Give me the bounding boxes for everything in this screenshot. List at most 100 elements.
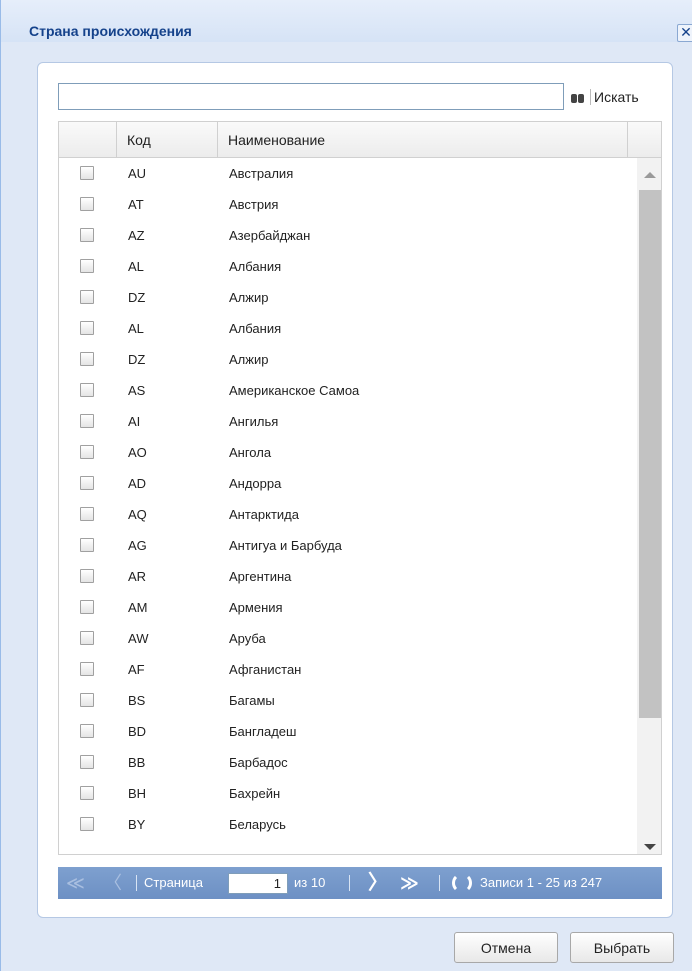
grid-header: Код Наименование [59, 122, 661, 158]
row-checkbox[interactable] [80, 631, 94, 645]
prev-page-icon[interactable]: 〈 [104, 867, 122, 899]
row-checkbox[interactable] [80, 786, 94, 800]
row-checkbox[interactable] [80, 259, 94, 273]
grid-rows: AU Австралия AT Австрия AZ Азербайджан A… [59, 158, 637, 840]
table-row[interactable]: BH Бахрейн [59, 778, 637, 809]
row-name: Андорра [229, 476, 282, 491]
search-button[interactable]: Искать [570, 84, 660, 110]
search-input[interactable] [58, 83, 564, 110]
row-name: Беларусь [229, 817, 286, 832]
row-code: AS [128, 383, 146, 398]
row-checkbox[interactable] [80, 569, 94, 583]
row-code: AR [128, 569, 147, 584]
row-name: Американское Самоа [229, 383, 360, 398]
header-code[interactable]: Код [117, 122, 218, 158]
row-checkbox[interactable] [80, 817, 94, 831]
dialog-title: Страна происхождения [29, 23, 192, 39]
row-checkbox[interactable] [80, 445, 94, 459]
row-checkbox[interactable] [80, 290, 94, 304]
last-page-icon[interactable]: ≫ [400, 867, 419, 899]
records-info: Записи 1 - 25 из 247 [480, 875, 603, 890]
dialog-titlebar: Страна происхождения ✕ [1, 0, 692, 42]
table-row[interactable]: AT Австрия [59, 189, 637, 220]
table-row[interactable]: AM Армения [59, 592, 637, 623]
table-row[interactable]: AD Андорра [59, 468, 637, 499]
scroll-up-arrow-icon[interactable] [644, 172, 656, 178]
row-name: Бангладеш [229, 724, 297, 739]
table-row[interactable]: DZ Алжир [59, 344, 637, 375]
scroll-down-arrow-icon[interactable] [644, 844, 656, 850]
row-code: AL [128, 321, 144, 336]
paging-toolbar: ≪ 〈 Страница 1 из 10 〉 ≫ Записи 1 - 25 и… [58, 867, 662, 899]
row-checkbox[interactable] [80, 228, 94, 242]
row-code: AT [128, 197, 144, 212]
table-row[interactable]: AQ Антарктида [59, 499, 637, 530]
row-checkbox[interactable] [80, 538, 94, 552]
row-code: BY [128, 817, 146, 832]
header-checkbox-column[interactable] [59, 122, 117, 158]
row-code: AW [128, 631, 149, 646]
row-name: Австрия [229, 197, 279, 212]
row-checkbox[interactable] [80, 414, 94, 428]
row-code: BD [128, 724, 147, 739]
header-spacer [628, 122, 661, 158]
row-checkbox[interactable] [80, 383, 94, 397]
grid-scrollbar[interactable] [637, 158, 661, 854]
cancel-button[interactable]: Отмена [454, 932, 558, 963]
row-checkbox[interactable] [80, 352, 94, 366]
refresh-icon[interactable] [452, 873, 472, 893]
row-checkbox[interactable] [80, 693, 94, 707]
row-name: Ангола [229, 445, 272, 460]
row-checkbox[interactable] [80, 476, 94, 490]
row-code: AZ [128, 228, 145, 243]
table-row[interactable]: AR Аргентина [59, 561, 637, 592]
row-code: AU [128, 166, 147, 181]
select-button[interactable]: Выбрать [570, 932, 674, 963]
scroll-thumb[interactable] [639, 190, 661, 718]
row-checkbox[interactable] [80, 662, 94, 676]
row-name: Алжир [229, 352, 269, 367]
row-checkbox[interactable] [80, 507, 94, 521]
row-name: Австралия [229, 166, 294, 181]
table-row[interactable]: AL Албания [59, 313, 637, 344]
first-page-icon[interactable]: ≪ [66, 867, 85, 899]
binoculars-icon [570, 90, 586, 104]
row-name: Барбадос [229, 755, 288, 770]
table-row[interactable]: BD Бангладеш [59, 716, 637, 747]
row-code: BB [128, 755, 146, 770]
table-row[interactable]: AF Афганистан [59, 654, 637, 685]
page-of-label: из 10 [294, 875, 326, 890]
table-row[interactable]: DZ Алжир [59, 282, 637, 313]
row-checkbox[interactable] [80, 321, 94, 335]
row-checkbox[interactable] [80, 166, 94, 180]
row-checkbox[interactable] [80, 755, 94, 769]
table-row[interactable]: AS Американское Самоа [59, 375, 637, 406]
page-number-input[interactable]: 1 [228, 873, 288, 894]
table-row[interactable]: BY Беларусь [59, 809, 637, 840]
row-checkbox[interactable] [80, 197, 94, 211]
row-name: Аргентина [229, 569, 292, 584]
table-row[interactable]: AZ Азербайджан [59, 220, 637, 251]
table-row[interactable]: BB Барбадос [59, 747, 637, 778]
row-code: BS [128, 693, 146, 708]
close-icon[interactable]: ✕ [677, 24, 692, 42]
row-name: Ангилья [229, 414, 279, 429]
table-row[interactable]: BS Багамы [59, 685, 637, 716]
row-checkbox[interactable] [80, 600, 94, 614]
table-row[interactable]: AW Аруба [59, 623, 637, 654]
row-code: AF [128, 662, 145, 677]
row-name: Афганистан [229, 662, 302, 677]
row-name: Албания [229, 259, 282, 274]
row-checkbox[interactable] [80, 724, 94, 738]
table-row[interactable]: AG Антигуа и Барбуда [59, 530, 637, 561]
next-page-icon[interactable]: 〉 [368, 867, 388, 899]
table-row[interactable]: AO Ангола [59, 437, 637, 468]
row-code: AD [128, 476, 147, 491]
table-row[interactable]: AI Ангилья [59, 406, 637, 437]
countries-grid: Код Наименование AU Австралия AT Австрия… [58, 121, 662, 855]
header-name[interactable]: Наименование [218, 122, 628, 158]
pager-separator [349, 875, 350, 891]
table-row[interactable]: AL Албания [59, 251, 637, 282]
row-code: AO [128, 445, 147, 460]
table-row[interactable]: AU Австралия [59, 158, 637, 189]
